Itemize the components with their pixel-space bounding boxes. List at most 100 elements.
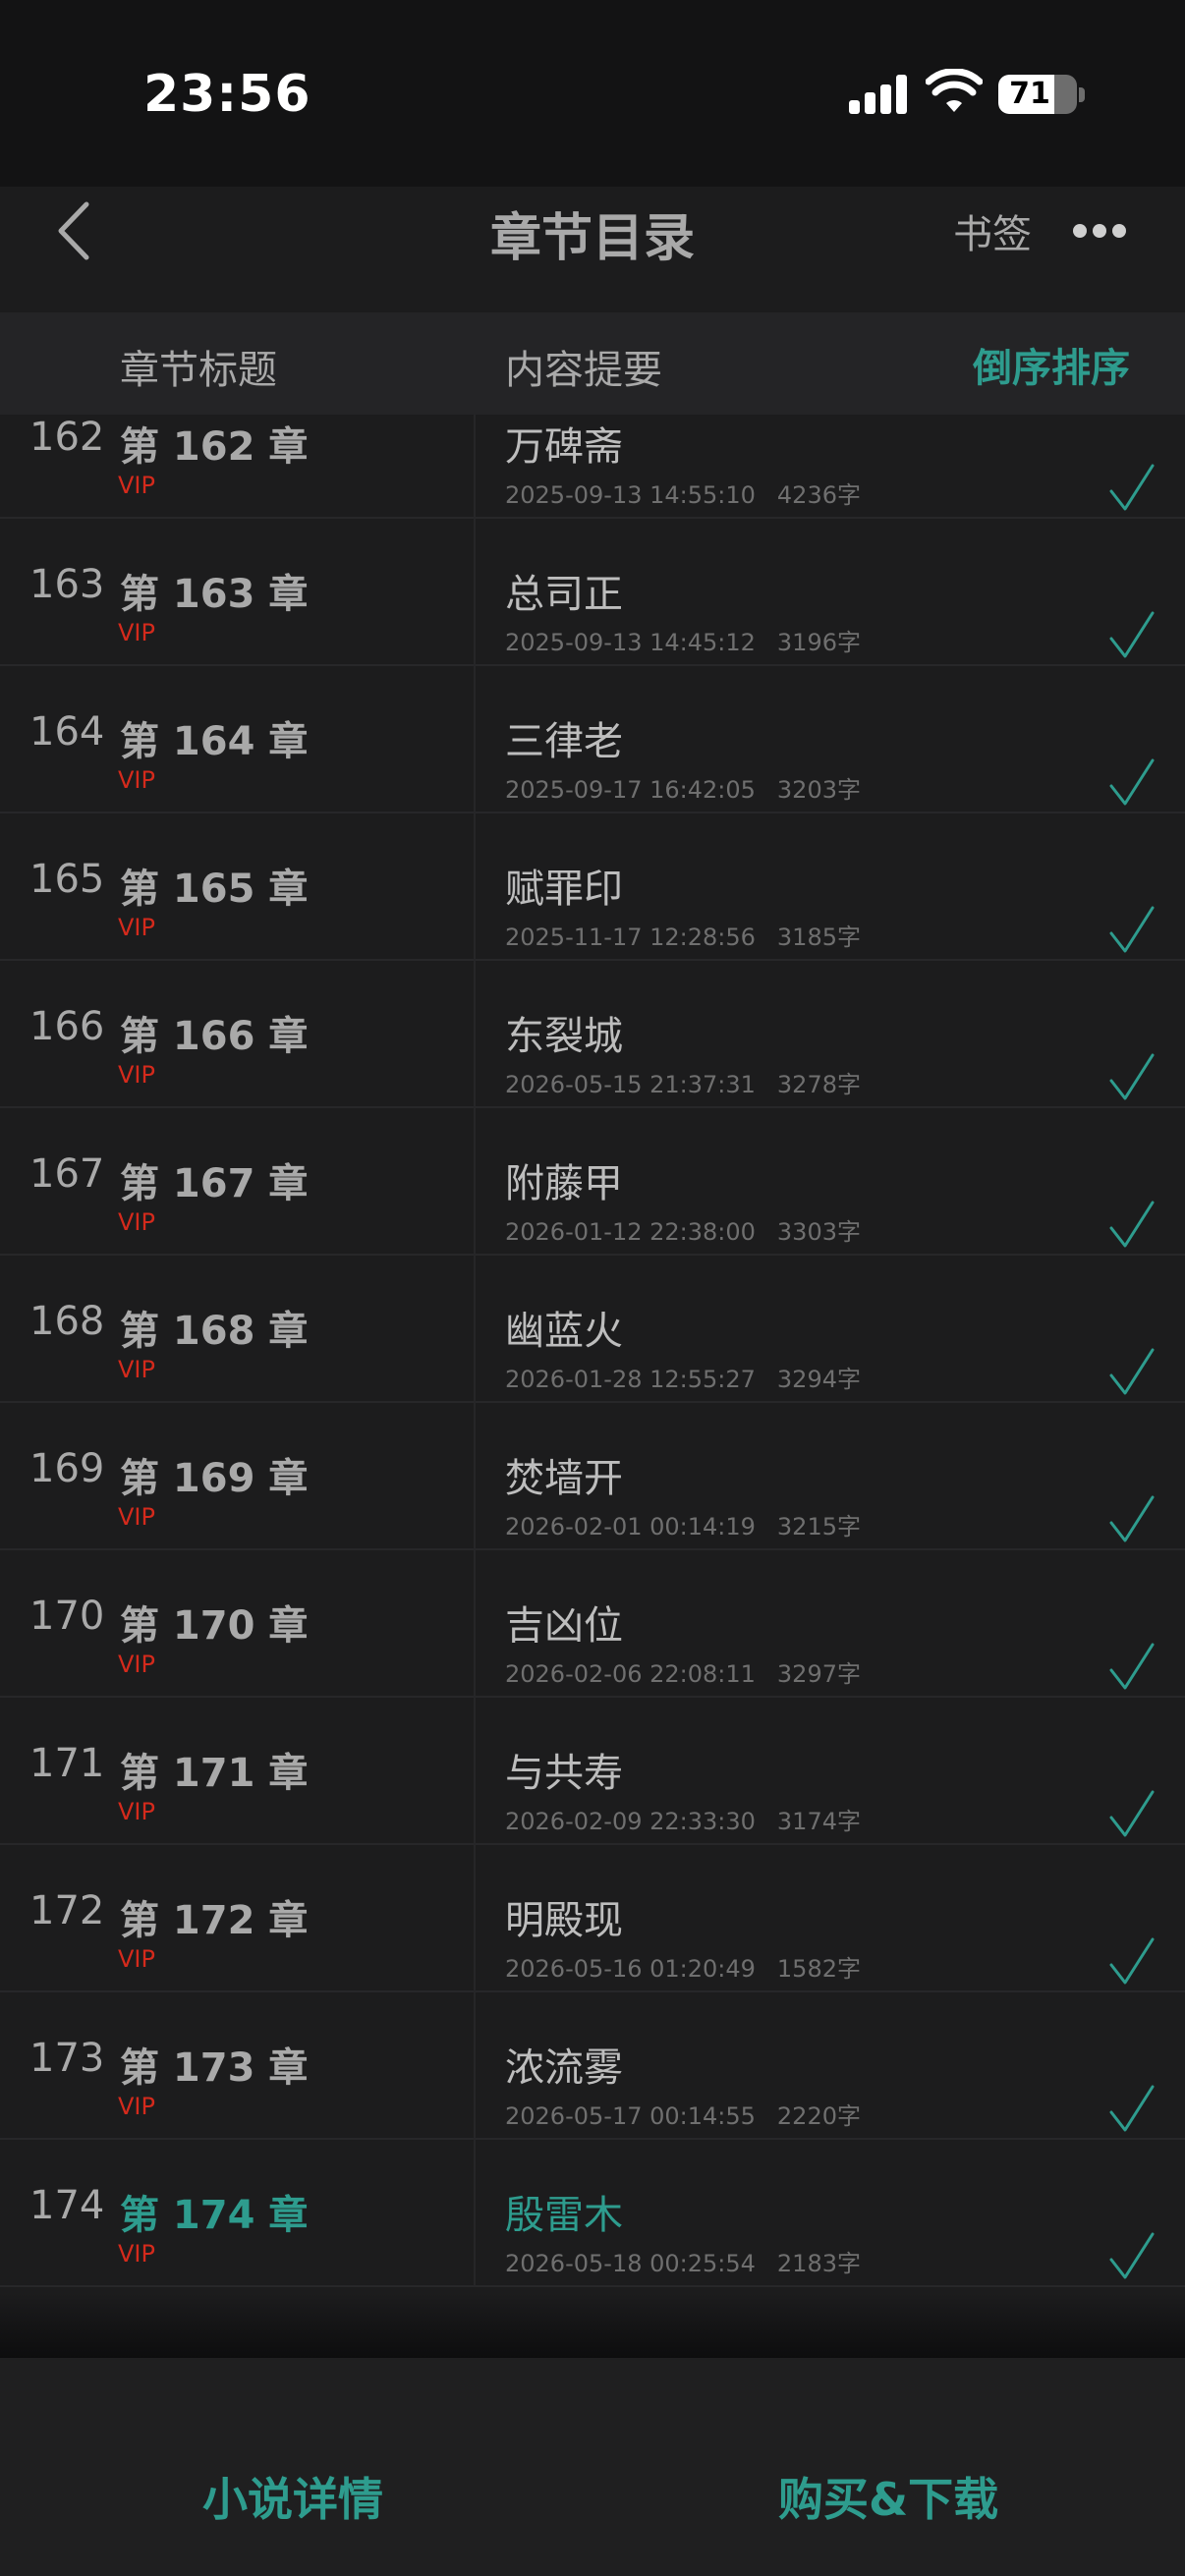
chapter-summary: 附藤甲 <box>505 1161 623 1206</box>
footer-shadow <box>0 2293 1185 2358</box>
chapter-row[interactable]: 174 第 174 章 VIP 殷雷木 2026-05-18 00:25:54 2183字 <box>0 2140 1185 2287</box>
chapter-row[interactable]: 167 第 167 章 VIP 附藤甲 2026-01-12 22:38:00 3303字 <box>0 1108 1185 1256</box>
list-header: 章节标题 内容提要 倒序排序 <box>0 312 1185 415</box>
chapter-word-count: 3174字 <box>776 1808 861 1835</box>
chapter-word-count: 2183字 <box>776 2250 861 2277</box>
column-summary: 内容提要 <box>505 348 662 393</box>
chapter-date: 2025-11-17 12:28:56 <box>505 924 756 951</box>
check-icon <box>1109 1053 1155 1100</box>
check-icon <box>1109 611 1155 658</box>
vip-badge: VIP <box>118 472 155 499</box>
chapter-row[interactable]: 164 第 164 章 VIP 三律老 2025-09-17 16:42:05 3203字 <box>0 666 1185 813</box>
column-divider <box>474 2140 476 2287</box>
chapter-summary: 三律老 <box>505 719 623 764</box>
chapter-number: 171 <box>29 1741 105 1786</box>
chapter-row[interactable]: 166 第 166 章 VIP 东裂城 2026-05-15 21:37:31 3278字 <box>0 961 1185 1108</box>
signal-icon <box>849 75 908 114</box>
chapter-summary: 东裂城 <box>505 1014 623 1059</box>
chapter-row[interactable]: 171 第 171 章 VIP 与共寿 2026-02-09 22:33:30 3174字 <box>0 1698 1185 1845</box>
chapter-meta: 2026-02-06 22:08:11 3297字 <box>505 1654 861 1689</box>
chapter-summary: 殷雷木 <box>505 2193 623 2238</box>
check-icon <box>1109 464 1155 511</box>
chapter-row[interactable]: 173 第 173 章 VIP 浓流雾 2026-05-17 00:14:55 2220字 <box>0 1992 1185 2140</box>
check-icon <box>1109 1495 1155 1542</box>
chapter-number: 174 <box>29 2183 105 2228</box>
chapter-meta: 2026-05-16 01:20:49 1582字 <box>505 1949 861 1984</box>
check-icon <box>1109 758 1155 806</box>
chapter-summary: 焚墙开 <box>505 1456 623 1501</box>
chapter-date: 2025-09-13 14:55:10 <box>505 481 756 509</box>
check-icon <box>1109 2232 1155 2279</box>
chapter-row[interactable]: 172 第 172 章 VIP 明殿现 2026-05-16 01:20:49 1582字 <box>0 1845 1185 1992</box>
chapter-title: 第 166 章 <box>120 1014 309 1059</box>
chapter-title: 第 163 章 <box>120 572 309 617</box>
wifi-icon <box>926 69 983 112</box>
chapter-title: 第 173 章 <box>120 2045 309 2091</box>
chapter-word-count: 2220字 <box>776 2102 861 2130</box>
vip-badge: VIP <box>118 914 155 941</box>
column-divider <box>474 1256 476 1403</box>
check-icon <box>1109 1790 1155 1837</box>
chapter-row[interactable]: 165 第 165 章 VIP 赋罪印 2025-11-17 12:28:56 3185字 <box>0 813 1185 961</box>
chapter-title: 第 172 章 <box>120 1898 309 1943</box>
chapter-word-count: 3185字 <box>776 924 861 951</box>
column-divider <box>474 415 476 519</box>
column-divider <box>474 1403 476 1550</box>
chapter-date: 2026-05-18 00:25:54 <box>505 2250 756 2277</box>
chapter-word-count: 1582字 <box>776 1955 861 1983</box>
chapter-summary: 赋罪印 <box>505 867 623 912</box>
chapter-meta: 2026-01-12 22:38:00 3303字 <box>505 1212 861 1247</box>
chapter-word-count: 4236字 <box>776 481 861 509</box>
footer-bar: 小说详情 购买&下载 <box>0 2358 1185 2576</box>
vip-badge: VIP <box>118 2240 155 2268</box>
chapter-row[interactable]: 169 第 169 章 VIP 焚墙开 2026-02-01 00:14:19 3215字 <box>0 1403 1185 1550</box>
chapter-date: 2025-09-13 14:45:12 <box>505 629 756 656</box>
chapter-date: 2026-01-28 12:55:27 <box>505 1366 756 1393</box>
novel-detail-button[interactable]: 小说详情 <box>202 2464 383 2529</box>
check-icon <box>1109 1348 1155 1395</box>
chapter-meta: 2026-05-18 00:25:54 2183字 <box>505 2244 861 2278</box>
column-divider <box>474 1698 476 1845</box>
chapter-meta: 2026-01-28 12:55:27 3294字 <box>505 1360 861 1394</box>
chapter-title: 第 168 章 <box>120 1309 309 1354</box>
chapter-summary: 总司正 <box>505 572 623 617</box>
chapter-title: 第 167 章 <box>120 1161 309 1206</box>
chapter-word-count: 3297字 <box>776 1660 861 1688</box>
chapter-meta: 2025-11-17 12:28:56 3185字 <box>505 918 861 952</box>
vip-badge: VIP <box>118 1061 155 1089</box>
more-icon[interactable] <box>1073 224 1126 240</box>
chapter-row[interactable]: 168 第 168 章 VIP 幽蓝火 2026-01-28 12:55:27 3294字 <box>0 1256 1185 1403</box>
chapter-row[interactable]: 162 第 162 章 VIP 万碑斋 2025-09-13 14:55:10 4236字 <box>0 415 1185 519</box>
column-divider <box>474 666 476 813</box>
check-icon <box>1109 906 1155 953</box>
chapter-summary: 万碑斋 <box>505 424 623 470</box>
chapter-title: 第 165 章 <box>120 867 309 912</box>
vip-badge: VIP <box>118 1945 155 1973</box>
status-time: 23:56 <box>143 65 311 124</box>
chapter-number: 173 <box>29 2036 105 2081</box>
bookmark-button[interactable]: 书签 <box>953 202 1032 259</box>
chapter-title: 第 164 章 <box>120 719 309 764</box>
chapter-number: 172 <box>29 1888 105 1933</box>
vip-badge: VIP <box>118 2093 155 2120</box>
battery-cap <box>1079 87 1085 102</box>
chapter-number: 162 <box>29 415 105 460</box>
chapter-summary: 明殿现 <box>505 1898 623 1943</box>
chapter-number: 168 <box>29 1299 105 1344</box>
chapter-date: 2026-02-06 22:08:11 <box>505 1660 756 1688</box>
chapter-date: 2026-01-12 22:38:00 <box>505 1218 756 1246</box>
chapter-title: 第 170 章 <box>120 1603 309 1649</box>
chapter-summary: 浓流雾 <box>505 2045 623 2091</box>
chapter-word-count: 3196字 <box>776 629 861 656</box>
chapter-number: 170 <box>29 1594 105 1639</box>
chapter-meta: 2026-05-15 21:37:31 3278字 <box>505 1065 861 1099</box>
chapter-row[interactable]: 170 第 170 章 VIP 吉凶位 2026-02-06 22:08:11 3297字 <box>0 1550 1185 1698</box>
chapter-date: 2026-05-17 00:14:55 <box>505 2102 756 2130</box>
chapter-list[interactable]: 162 第 162 章 VIP 万碑斋 2025-09-13 14:55:10 4236字… <box>0 415 1185 2293</box>
chapter-row[interactable]: 163 第 163 章 VIP 总司正 2025-09-13 14:45:12 3196字 <box>0 519 1185 666</box>
chapter-date: 2025-09-17 16:42:05 <box>505 776 756 804</box>
column-divider <box>474 519 476 666</box>
buy-download-button[interactable]: 购买&下载 <box>778 2464 998 2529</box>
reverse-sort-button[interactable]: 倒序排序 <box>973 336 1130 393</box>
chapter-summary: 幽蓝火 <box>505 1309 623 1354</box>
